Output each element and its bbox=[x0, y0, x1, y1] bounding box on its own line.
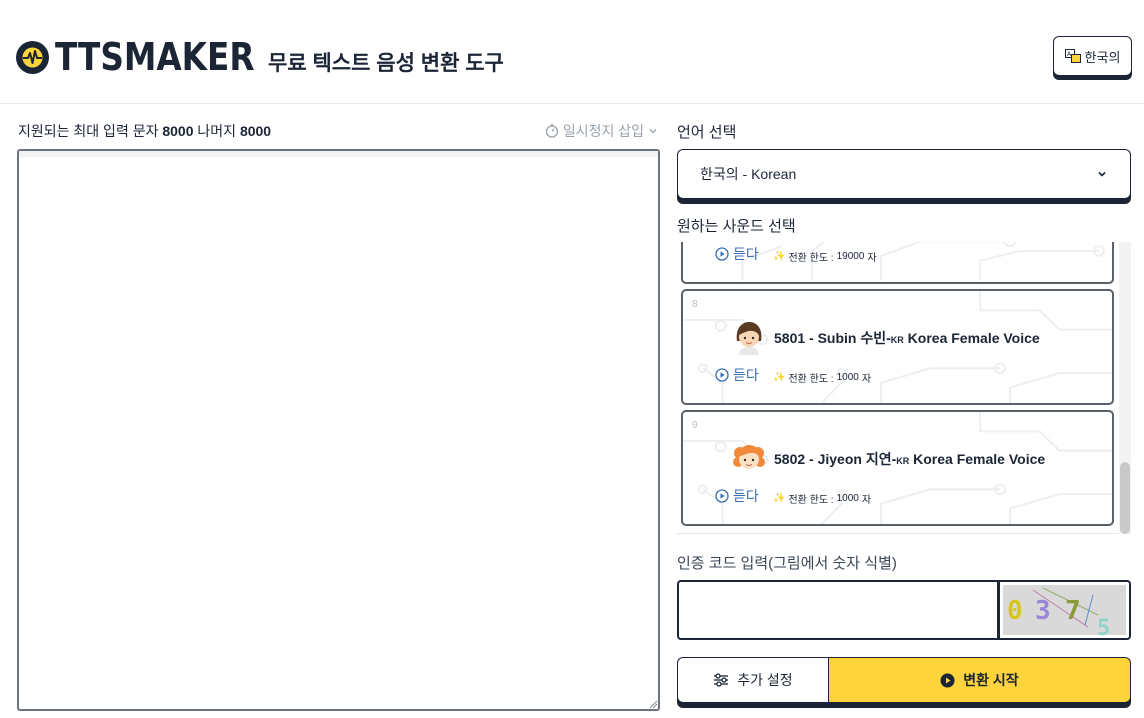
limit-value: 19000 bbox=[836, 251, 865, 262]
captcha-digits: 0 3 7 5 bbox=[1007, 587, 1110, 641]
voice-list[interactable]: 듣다 ✨ 전환 한도 : 19000 자 8 5801 - Subin 수빈-K… bbox=[677, 242, 1131, 534]
text-input[interactable] bbox=[17, 149, 660, 711]
captcha-image-background: 0 3 7 5 bbox=[1003, 585, 1126, 641]
sparkle-icon: ✨ bbox=[773, 251, 786, 262]
voice-index: 9 bbox=[692, 420, 698, 431]
max-chars-value: 8000 bbox=[162, 123, 194, 139]
captcha-digit: 5 bbox=[1097, 616, 1110, 637]
captcha-digit: 3 bbox=[1035, 596, 1051, 626]
site-header: TTSMAKER 무료 텍스트 음성 변환 도구 A 한국의 bbox=[0, 0, 1144, 104]
textarea-top-strip bbox=[19, 151, 658, 157]
insert-pause-dropdown[interactable]: 일시정지 삽입 bbox=[545, 121, 658, 141]
chevron-down-icon bbox=[1098, 171, 1106, 177]
start-conversion-label: 변환 시작 bbox=[963, 672, 1019, 688]
voice-region-tag: KR bbox=[896, 456, 910, 466]
voice-card[interactable]: 8 5801 - Subin 수빈-KR Korea Female Voice … bbox=[681, 289, 1114, 405]
start-conversion-button[interactable]: 변환 시작 bbox=[828, 657, 1131, 703]
female-avatar-icon bbox=[736, 322, 762, 355]
voice-list-scroll-thumb[interactable] bbox=[1120, 462, 1130, 534]
listen-label: 듣다 bbox=[733, 488, 759, 504]
language-select[interactable]: 한국의 - Korean bbox=[677, 149, 1131, 199]
more-settings-button[interactable]: 추가 설정 bbox=[677, 657, 828, 703]
sparkle-icon: ✨ bbox=[773, 493, 786, 504]
voice-card[interactable]: 듣다 ✨ 전환 한도 : 19000 자 bbox=[681, 242, 1114, 284]
voice-name: 5801 - Subin 수빈-KR Korea Female Voice bbox=[774, 328, 1040, 348]
listen-label: 듣다 bbox=[733, 367, 759, 383]
language-select-label: 언어 선택 bbox=[677, 124, 737, 141]
voice-name-text: 5801 - Subin 수빈- bbox=[774, 330, 891, 346]
timer-icon bbox=[545, 124, 558, 138]
logo-waveform-icon bbox=[16, 40, 49, 74]
sliders-icon bbox=[714, 673, 729, 687]
logo[interactable]: TTSMAKER bbox=[16, 38, 287, 76]
play-circle-icon bbox=[715, 247, 729, 261]
limit-unit: 자 bbox=[861, 374, 872, 385]
language-select-value: 한국의 - Korean bbox=[700, 166, 797, 182]
voice-description: Korea Female Voice bbox=[903, 330, 1040, 346]
chevron-down-icon bbox=[649, 129, 657, 134]
max-chars-label: 지원되는 최대 입력 문자 bbox=[18, 123, 159, 139]
limit-unit: 자 bbox=[861, 495, 872, 506]
limit-prefix: 전환 한도 : bbox=[788, 495, 834, 506]
language-switch-label: 한국의 bbox=[1084, 49, 1121, 65]
limit-prefix: 전환 한도 : bbox=[788, 253, 834, 264]
limit-value: 1000 bbox=[836, 493, 859, 504]
insert-pause-label: 일시정지 삽입 bbox=[562, 123, 644, 139]
captcha-input[interactable] bbox=[677, 580, 999, 640]
sparkle-icon: ✨ bbox=[773, 372, 786, 383]
captcha-digit: 0 bbox=[1007, 596, 1023, 626]
voice-description: Korea Female Voice bbox=[909, 451, 1046, 467]
conversion-limit: ✨ 전환 한도 : 1000 자 bbox=[773, 370, 871, 385]
remaining-chars-value: 8000 bbox=[239, 123, 272, 139]
conversion-limit: ✨ 전환 한도 : 19000 자 bbox=[773, 249, 877, 264]
char-limit-stats: 지원되는 최대 입력 문자 8000 나머지 8000 bbox=[18, 121, 271, 141]
captcha-label: 인증 코드 입력(그림에서 숫자 식별) bbox=[677, 555, 897, 572]
listen-button[interactable]: 듣다 bbox=[715, 486, 759, 506]
listen-button[interactable]: 듣다 bbox=[715, 244, 759, 264]
limit-prefix: 전환 한도 : bbox=[788, 374, 834, 385]
page-tagline: 무료 텍스트 음성 변환 도구 bbox=[268, 52, 504, 75]
captcha-digit: 7 bbox=[1065, 596, 1081, 626]
language-switch-button[interactable]: A 한국의 bbox=[1053, 36, 1132, 76]
captcha-image[interactable]: 0 3 7 5 bbox=[999, 580, 1131, 641]
listen-label: 듣다 bbox=[733, 246, 759, 262]
female-avatar-icon bbox=[733, 445, 765, 469]
voice-index: 8 bbox=[692, 299, 698, 310]
voice-region-tag: KR bbox=[890, 335, 904, 345]
more-settings-label: 추가 설정 bbox=[737, 672, 793, 688]
translate-icon: A bbox=[1064, 49, 1081, 63]
voice-select-label: 원하는 사운드 선택 bbox=[677, 218, 796, 235]
conversion-limit: ✨ 전환 한도 : 1000 자 bbox=[773, 491, 871, 506]
limit-value: 1000 bbox=[836, 372, 859, 383]
voice-name-text: 5802 - Jiyeon 지연- bbox=[774, 451, 897, 467]
play-circle-icon bbox=[715, 489, 729, 503]
resize-handle-icon[interactable] bbox=[648, 699, 658, 709]
limit-unit: 자 bbox=[867, 253, 877, 264]
editor-header: 지원되는 최대 입력 문자 8000 나머지 8000 일시정지 삽입 bbox=[18, 121, 658, 141]
remaining-label: 나머지 bbox=[197, 123, 237, 139]
play-circle-icon bbox=[715, 368, 729, 382]
listen-button[interactable]: 듣다 bbox=[715, 365, 759, 385]
voice-card[interactable]: 9 5802 - Jiyeon 지연-KR Korea Female Voice… bbox=[681, 410, 1114, 526]
play-icon bbox=[940, 673, 955, 687]
voice-name: 5802 - Jiyeon 지연-KR Korea Female Voice bbox=[774, 449, 1045, 469]
logo-text: TTSMAKER bbox=[55, 35, 255, 79]
